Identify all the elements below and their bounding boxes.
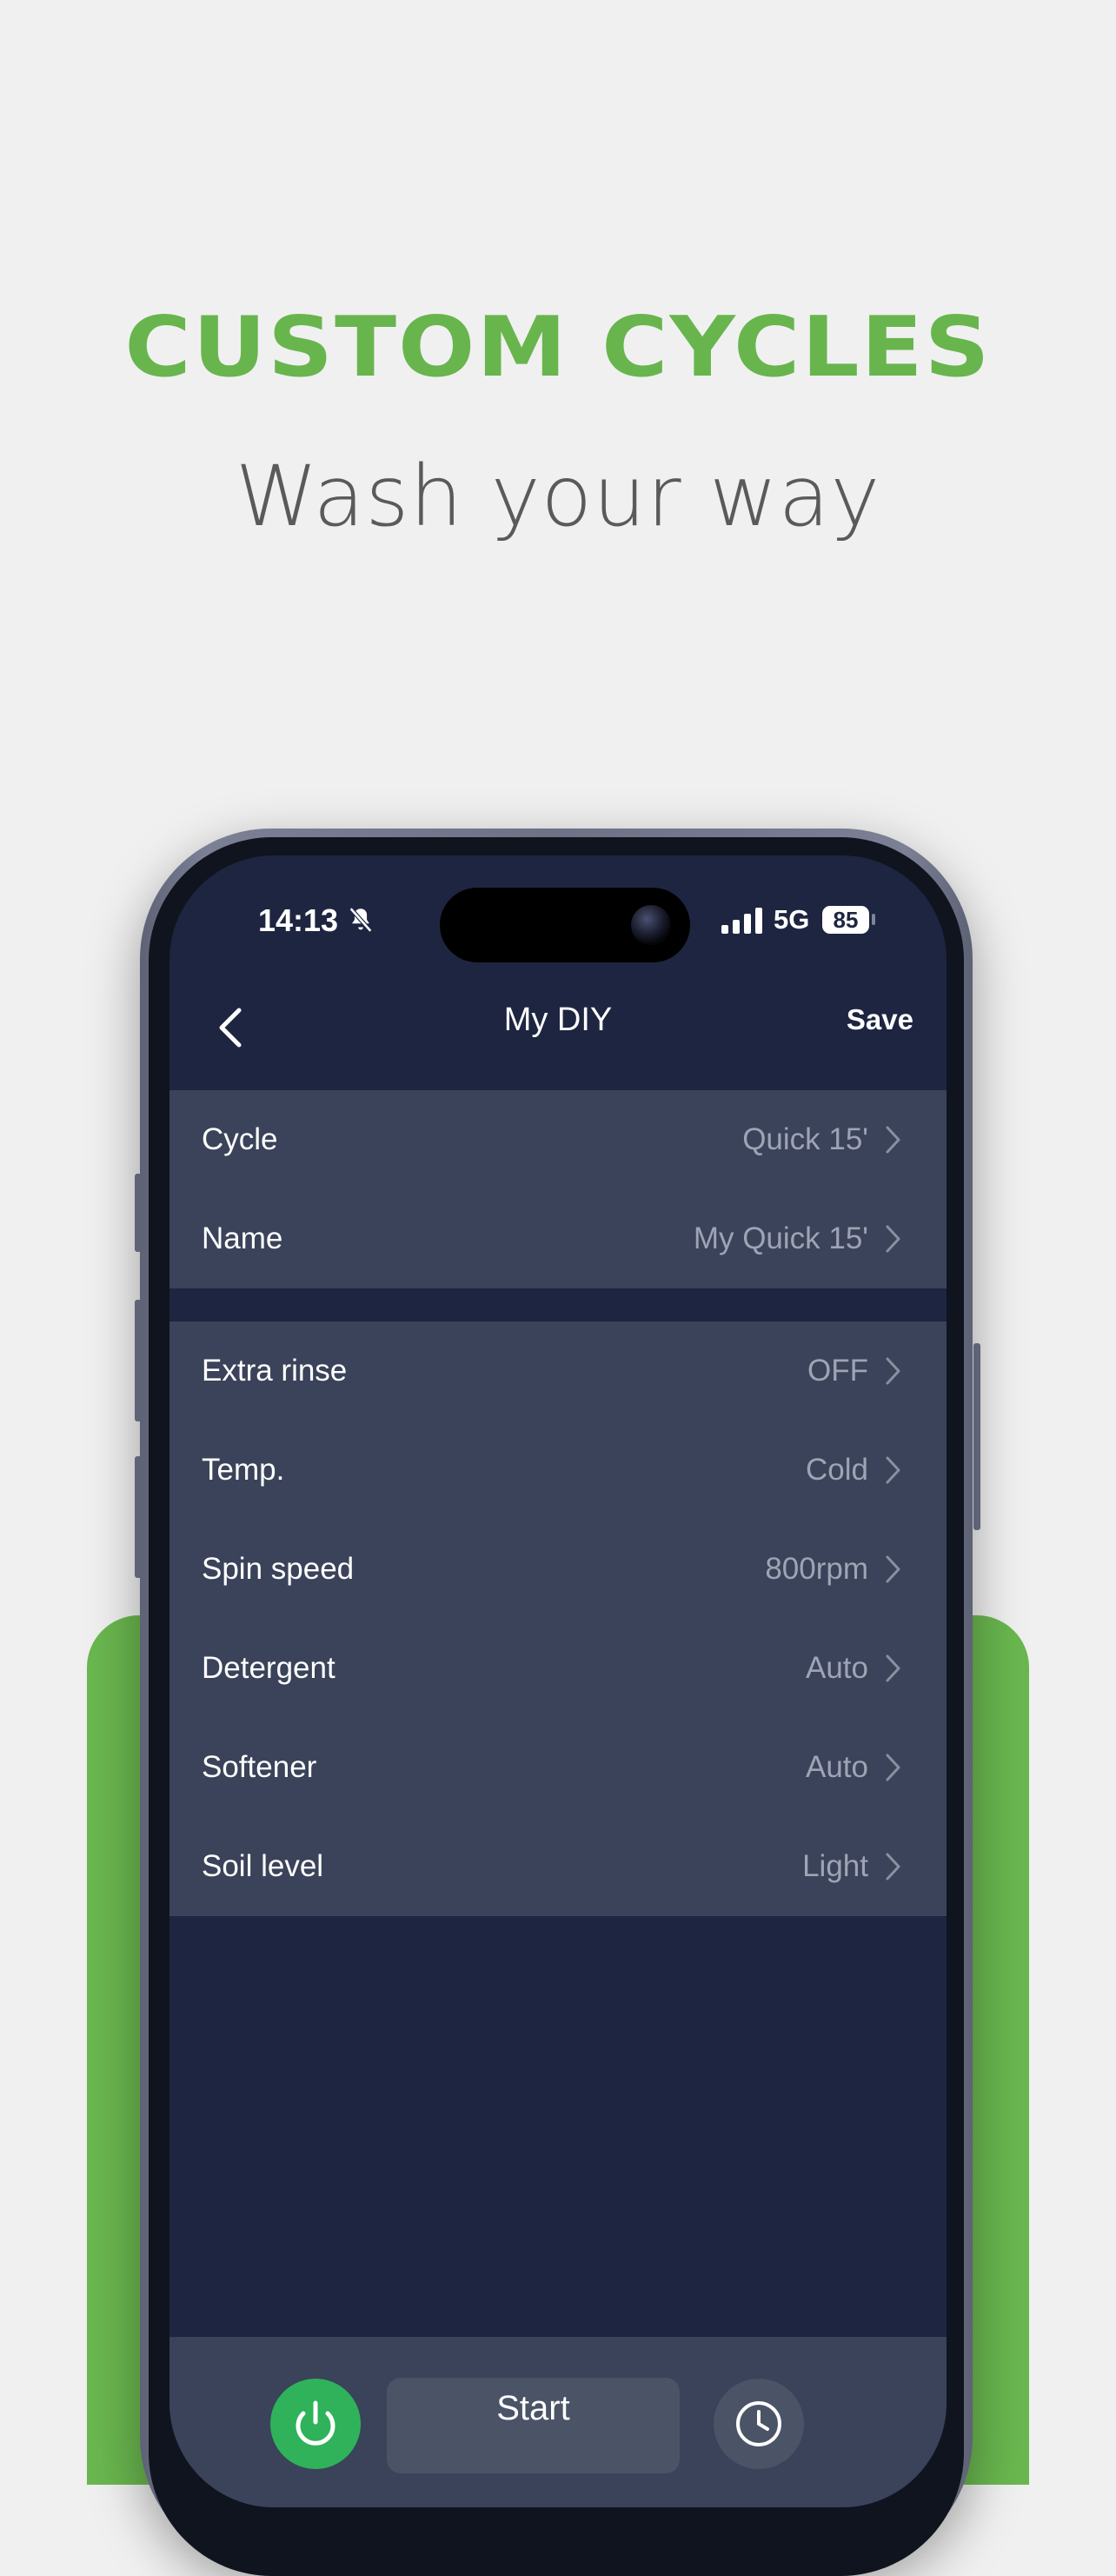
timer-icon <box>736 2401 781 2446</box>
settings-group-cycle: Cycle Quick 15' Name My Quick 15' <box>169 1090 947 1288</box>
setting-value: Cold <box>806 1453 868 1487</box>
setting-label: Softener <box>202 1750 317 1784</box>
battery-icon: 85 <box>822 906 869 934</box>
setting-value: Auto <box>806 1750 868 1784</box>
setting-label: Soil level <box>202 1849 324 1883</box>
chevron-right-icon <box>886 1456 900 1484</box>
setting-label: Spin speed <box>202 1552 355 1586</box>
setting-value: Quick 15' <box>742 1122 868 1156</box>
setting-row-softener[interactable]: Softener Auto <box>169 1718 947 1817</box>
chevron-right-icon <box>886 1357 900 1385</box>
volume-up-button <box>135 1300 142 1421</box>
chevron-right-icon <box>886 1853 900 1880</box>
front-camera <box>631 905 671 945</box>
timer-button[interactable] <box>714 2379 804 2469</box>
dynamic-island <box>440 888 690 962</box>
chevron-right-icon <box>886 1654 900 1682</box>
setting-row-name[interactable]: Name My Quick 15' <box>169 1189 947 1288</box>
setting-row-extra-rinse[interactable]: Extra rinse OFF <box>169 1321 947 1421</box>
setting-label: Temp. <box>202 1453 285 1487</box>
chevron-right-icon <box>886 1126 900 1154</box>
setting-value: 800rpm <box>765 1552 868 1586</box>
setting-label: Cycle <box>202 1122 278 1156</box>
promo-subheadline: Wash your way <box>235 448 881 545</box>
setting-label: Detergent <box>202 1651 335 1685</box>
setting-value: OFF <box>807 1354 868 1388</box>
setting-label: Extra rinse <box>202 1354 348 1388</box>
setting-row-soil-level[interactable]: Soil level Light <box>169 1817 947 1916</box>
phone-screen: 14:13 5G 85 My DIY Save Cycle Quick 15' … <box>169 855 947 2507</box>
mute-switch <box>135 1174 142 1252</box>
status-time: 14:13 <box>258 902 339 938</box>
power-icon <box>296 2400 335 2446</box>
start-button[interactable]: Start <box>387 2378 680 2473</box>
save-button[interactable]: Save <box>847 1003 913 1036</box>
volume-down-button <box>135 1456 142 1578</box>
chevron-right-icon <box>886 1225 900 1253</box>
network-label: 5G <box>774 904 810 935</box>
setting-value: My Quick 15' <box>693 1221 868 1255</box>
setting-row-cycle[interactable]: Cycle Quick 15' <box>169 1090 947 1189</box>
setting-row-detergent[interactable]: Detergent Auto <box>169 1619 947 1718</box>
setting-row-temp[interactable]: Temp. Cold <box>169 1421 947 1520</box>
promo-headline: CUSTOM CYCLES <box>124 297 992 396</box>
chevron-right-icon <box>886 1754 900 1781</box>
battery-tip <box>872 914 875 925</box>
power-side-button <box>973 1343 980 1530</box>
setting-row-spin-speed[interactable]: Spin speed 800rpm <box>169 1520 947 1619</box>
signal-icon <box>721 908 762 934</box>
bell-slash-icon <box>349 907 373 933</box>
setting-value: Light <box>802 1849 868 1883</box>
settings-group-options: Extra rinse OFF Temp. Cold Spin speed 80… <box>169 1321 947 1916</box>
setting-value: Auto <box>806 1651 868 1685</box>
chevron-right-icon <box>886 1555 900 1583</box>
power-button[interactable] <box>270 2379 361 2469</box>
page-title: My DIY <box>503 1002 613 1038</box>
setting-label: Name <box>202 1221 283 1255</box>
